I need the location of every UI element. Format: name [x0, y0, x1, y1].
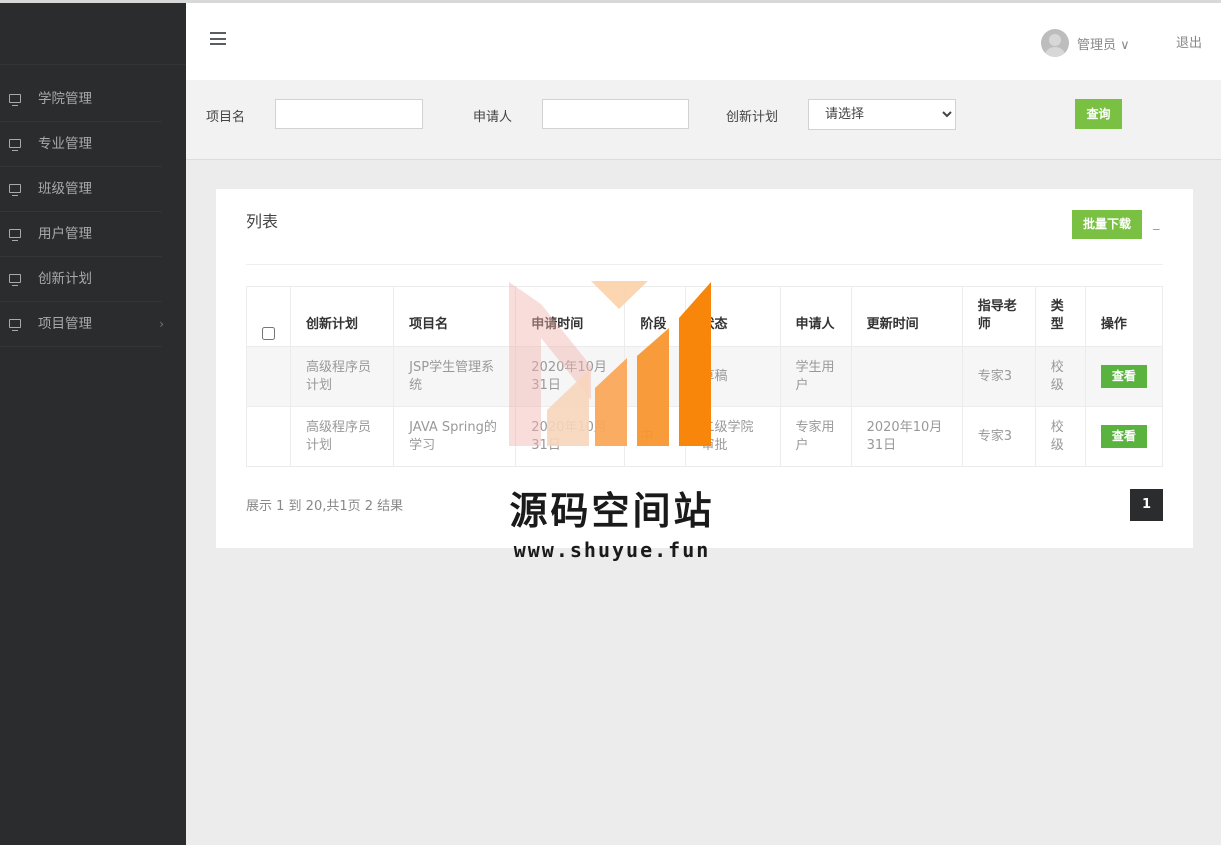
column-header: 更新时间 — [850, 286, 963, 347]
batch-download-button[interactable]: 批量下载 — [1072, 210, 1142, 239]
collapse-icon[interactable]: _ — [1153, 216, 1160, 231]
logout-link[interactable]: 退出 — [1176, 32, 1202, 51]
cell-teacher: 专家3 — [961, 346, 1036, 407]
sidebar: 学院管理 专业管理 班级管理 用户管理 创新计划 项目管理 › — [0, 3, 186, 845]
search-bar: 项目名 申请人 创新计划 请选择 查询 — [186, 80, 1221, 160]
monitor-icon — [9, 274, 21, 286]
column-header: 操作 — [1084, 286, 1164, 347]
innovation-plan-select[interactable]: 请选择 — [808, 99, 956, 130]
user-avatar[interactable] — [1041, 29, 1069, 57]
sidebar-item-label: 专业管理 — [38, 136, 92, 152]
monitor-icon — [9, 94, 21, 106]
cell-plan: 高级程序员计划 — [290, 346, 395, 407]
sidebar-item-label: 学院管理 — [38, 91, 92, 107]
column-header: 创新计划 — [290, 286, 395, 347]
sidebar-item-label: 用户管理 — [38, 226, 92, 242]
sidebar-item-label: 班级管理 — [38, 181, 92, 197]
pagination-page-button[interactable]: 1 — [1130, 489, 1163, 521]
chevron-right-icon: › — [159, 317, 164, 331]
sidebar-item-label: 项目管理 — [38, 316, 92, 332]
card-title: 列表 — [246, 212, 279, 231]
monitor-icon — [9, 139, 21, 151]
view-button[interactable]: 查看 — [1100, 365, 1147, 388]
sidebar-item-college[interactable]: 学院管理 — [0, 77, 186, 122]
view-button[interactable]: 查看 — [1100, 425, 1147, 448]
sidebar-brand — [0, 3, 186, 65]
cell-applicant: 专家用户 — [779, 406, 852, 467]
sidebar-item-projects[interactable]: 项目管理 › — [0, 302, 186, 347]
row-select-cell — [245, 346, 292, 407]
column-header: 类型 — [1034, 286, 1086, 347]
project-name-label: 项目名 — [206, 110, 246, 125]
menu-toggle-icon[interactable] — [210, 32, 226, 45]
cell-teacher: 专家3 — [961, 406, 1036, 467]
sidebar-menu: 学院管理 专业管理 班级管理 用户管理 创新计划 项目管理 › — [0, 65, 186, 347]
pagination-info: 展示 1 到 20,共1页 2 结果 — [246, 499, 404, 514]
select-all-checkbox[interactable] — [262, 327, 276, 340]
cell-applicant: 学生用户 — [779, 346, 852, 407]
top-header: 管理员 ∨ 退出 — [186, 3, 1221, 80]
monitor-icon — [9, 229, 21, 241]
monitor-icon — [9, 184, 21, 196]
applicant-input[interactable] — [542, 99, 689, 129]
select-all-cell — [245, 286, 292, 347]
innovation-plan-label: 创新计划 — [726, 110, 779, 125]
column-header: 申请人 — [779, 286, 852, 347]
applicant-label: 申请人 — [473, 110, 513, 125]
user-menu[interactable]: 管理员 ∨ — [1077, 34, 1130, 53]
row-select-cell — [245, 406, 292, 467]
cell-action: 查看 — [1084, 346, 1164, 407]
cell-type: 校级 — [1034, 346, 1086, 407]
query-button[interactable]: 查询 — [1075, 99, 1122, 129]
watermark: 源码空间站 www.shuyue.fun — [497, 278, 727, 568]
cell-plan: 高级程序员计划 — [290, 406, 395, 467]
cell-action: 查看 — [1084, 406, 1164, 467]
watermark-logo-icon — [509, 281, 711, 446]
sidebar-item-users[interactable]: 用户管理 — [0, 212, 186, 257]
column-header: 指导老师 — [961, 286, 1036, 347]
cell-type: 校级 — [1034, 406, 1086, 467]
divider — [246, 264, 1163, 265]
cell-update-time — [850, 346, 963, 407]
cell-update-time: 2020年10月31日 — [850, 406, 963, 467]
sidebar-item-major[interactable]: 专业管理 — [0, 122, 186, 167]
sidebar-item-label: 创新计划 — [38, 271, 92, 287]
monitor-icon — [9, 319, 21, 331]
watermark-url: www.shuyue.fun — [513, 538, 711, 562]
sidebar-item-innovation-plan[interactable]: 创新计划 — [0, 257, 186, 302]
sidebar-item-class[interactable]: 班级管理 — [0, 167, 186, 212]
watermark-title: 源码空间站 — [509, 489, 715, 533]
project-name-input[interactable] — [275, 99, 423, 129]
